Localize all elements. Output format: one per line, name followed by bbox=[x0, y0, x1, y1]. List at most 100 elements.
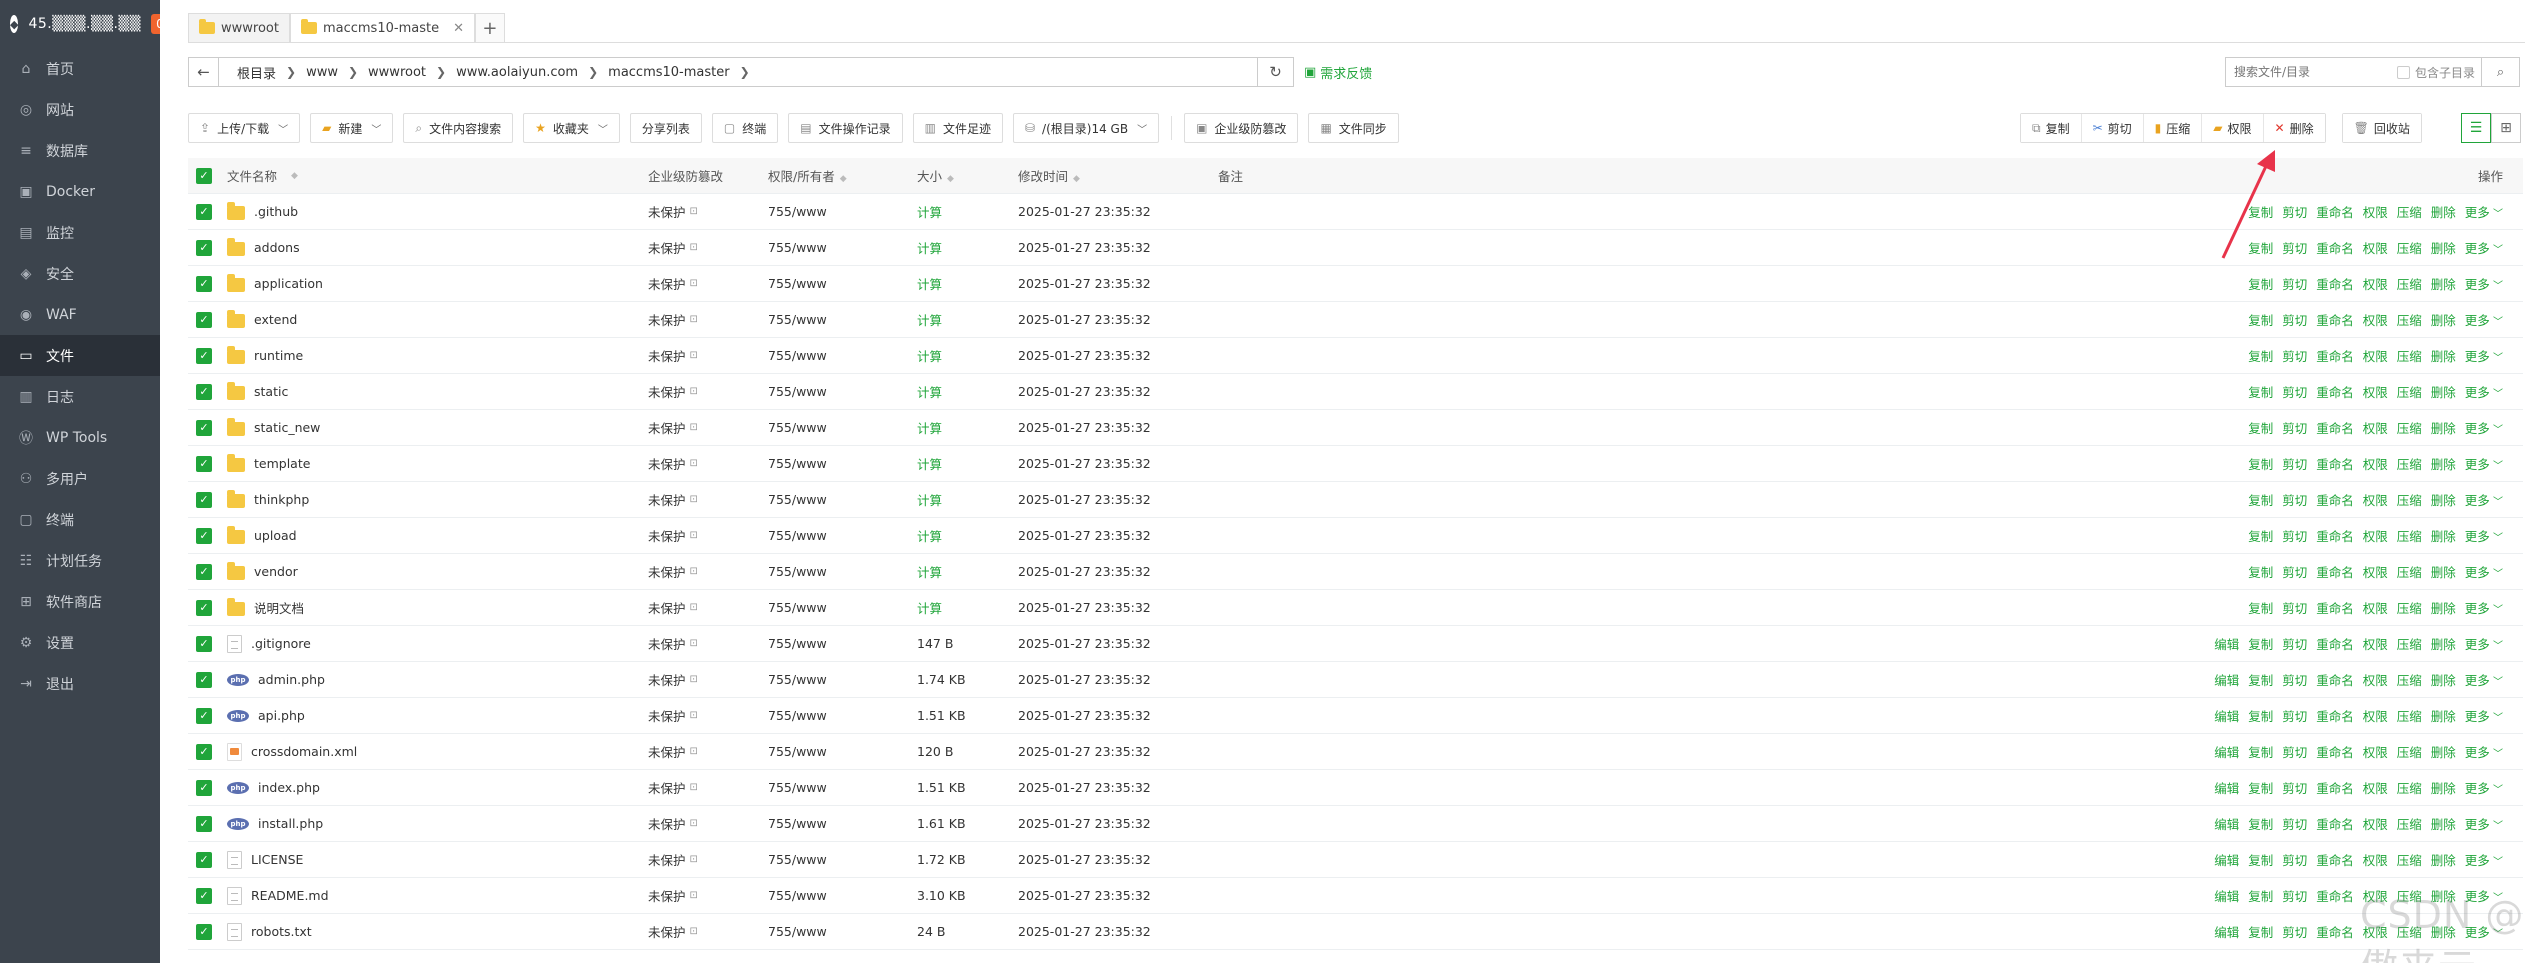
protect-status[interactable]: 未保护 ⊡ bbox=[648, 562, 698, 581]
action-perm[interactable]: 权限 bbox=[2363, 454, 2388, 473]
action-perm[interactable]: 权限 bbox=[2363, 706, 2388, 725]
protect-status[interactable]: 未保护 ⊡ bbox=[648, 526, 698, 545]
table-row[interactable]: ✓ .gitignore 未保护 ⊡ 755/www 147 B 2025-01-27 23… bbox=[188, 626, 2523, 662]
table-row[interactable]: ✓ static_new 未保护 ⊡ 755/www 计算 2025-01-27 23:35… bbox=[188, 410, 2523, 446]
col-size-header[interactable]: 大小 ◆ bbox=[917, 166, 954, 185]
action-more[interactable]: 更多 ﹀ bbox=[2465, 850, 2503, 869]
action-edit[interactable]: 编辑 bbox=[2214, 634, 2239, 653]
action-rename[interactable]: 重命名 bbox=[2316, 886, 2354, 905]
action-cut[interactable]: 剪切 bbox=[2282, 526, 2307, 545]
row-checkbox[interactable]: ✓ bbox=[196, 347, 212, 364]
action-rename[interactable]: 重命名 bbox=[2316, 382, 2354, 401]
action-edit[interactable]: 编辑 bbox=[2214, 778, 2239, 797]
action-cut[interactable]: 剪切 bbox=[2282, 814, 2307, 833]
file-name-cell[interactable]: README.md bbox=[227, 886, 329, 905]
file-name-cell[interactable]: .github bbox=[227, 201, 298, 220]
action-rename[interactable]: 重命名 bbox=[2316, 742, 2354, 761]
action-perm[interactable]: 权限 bbox=[2363, 562, 2388, 581]
file-name-cell[interactable]: LICENSE bbox=[227, 850, 303, 869]
terminal-button[interactable]: ▢ 终端 bbox=[711, 113, 779, 143]
row-checkbox[interactable]: ✓ bbox=[196, 815, 212, 832]
action-copy[interactable]: 复制 bbox=[2248, 670, 2273, 689]
table-row[interactable]: ✓ runtime 未保护 ⊡ 755/www 计算 2025-01-27 23:35:32… bbox=[188, 338, 2523, 374]
action-cut[interactable]: 剪切 bbox=[2282, 598, 2307, 617]
action-more[interactable]: 更多 ﹀ bbox=[2465, 886, 2503, 905]
file-name-cell[interactable]: thinkphp bbox=[227, 489, 309, 508]
protect-status[interactable]: 未保护 ⊡ bbox=[648, 598, 698, 617]
permission-cell[interactable]: 755/www bbox=[768, 636, 827, 651]
sidebar-item-7[interactable]: ▭ 文件 bbox=[0, 335, 160, 376]
action-delete[interactable]: 删除 bbox=[2431, 742, 2456, 761]
row-checkbox[interactable]: ✓ bbox=[196, 599, 212, 616]
action-rename[interactable]: 重命名 bbox=[2316, 418, 2354, 437]
action-compress[interactable]: 压缩 bbox=[2397, 346, 2422, 365]
protect-status[interactable]: 未保护 ⊡ bbox=[648, 418, 698, 437]
protect-status[interactable]: 未保护 ⊡ bbox=[648, 310, 698, 329]
file-name-cell[interactable]: vendor bbox=[227, 561, 298, 580]
batch-permission-button[interactable]: ▰ 权限 bbox=[2202, 114, 2264, 142]
action-cut[interactable]: 剪切 bbox=[2282, 886, 2307, 905]
action-rename[interactable]: 重命名 bbox=[2316, 238, 2354, 257]
row-checkbox[interactable]: ✓ bbox=[196, 707, 212, 724]
disk-button[interactable]: ⛁ /(根目录)14 GB ﹀ bbox=[1012, 113, 1160, 143]
table-row[interactable]: ✓ php index.php 未保护 ⊡ 755/www 1.51 KB 2025-01-2… bbox=[188, 770, 2523, 806]
sidebar-item-0[interactable]: ⌂ 首页 bbox=[0, 48, 160, 89]
action-rename[interactable]: 重命名 bbox=[2316, 202, 2354, 221]
action-perm[interactable]: 权限 bbox=[2363, 310, 2388, 329]
file-name-cell[interactable]: 说明文档 bbox=[227, 597, 304, 617]
protect-status[interactable]: 未保护 ⊡ bbox=[648, 202, 698, 221]
action-copy[interactable]: 复制 bbox=[2248, 922, 2273, 941]
table-row[interactable]: ✓ vendor 未保护 ⊡ 755/www 计算 2025-01-27 23:35:32 复… bbox=[188, 554, 2523, 590]
refresh-button[interactable]: ↻ bbox=[1258, 57, 1294, 87]
action-more[interactable]: 更多 ﹀ bbox=[2465, 814, 2503, 833]
action-edit[interactable]: 编辑 bbox=[2214, 670, 2239, 689]
calc-size-link[interactable]: 计算 bbox=[917, 310, 942, 329]
col-name-header[interactable]: 文件名称 ◆ bbox=[227, 166, 298, 185]
action-delete[interactable]: 删除 bbox=[2431, 886, 2456, 905]
tab-maccms10[interactable]: maccms10-maste ✕ bbox=[289, 13, 475, 43]
grid-view-button[interactable]: ⊞ bbox=[2491, 113, 2521, 143]
include-subdir-checkbox[interactable]: 包含子目录 bbox=[2397, 64, 2475, 81]
table-row[interactable]: ✓ LICENSE 未保护 ⊡ 755/www 1.72 KB 2025-01-27 23:… bbox=[188, 842, 2523, 878]
protect-status[interactable]: 未保护 ⊡ bbox=[648, 274, 698, 293]
action-more[interactable]: 更多 ﹀ bbox=[2465, 634, 2503, 653]
action-copy[interactable]: 复制 bbox=[2248, 634, 2273, 653]
protect-status[interactable]: 未保护 ⊡ bbox=[648, 706, 698, 725]
row-checkbox[interactable]: ✓ bbox=[196, 419, 212, 436]
action-more[interactable]: 更多 ﹀ bbox=[2465, 742, 2503, 761]
action-cut[interactable]: 剪切 bbox=[2282, 742, 2307, 761]
permission-cell[interactable]: 755/www bbox=[768, 924, 827, 939]
action-compress[interactable]: 压缩 bbox=[2397, 886, 2422, 905]
action-cut[interactable]: 剪切 bbox=[2282, 202, 2307, 221]
action-delete[interactable]: 删除 bbox=[2431, 814, 2456, 833]
action-compress[interactable]: 压缩 bbox=[2397, 310, 2422, 329]
list-view-button[interactable]: ☰ bbox=[2461, 113, 2491, 143]
action-edit[interactable]: 编辑 bbox=[2214, 886, 2239, 905]
permission-cell[interactable]: 755/www bbox=[768, 240, 827, 255]
action-edit[interactable]: 编辑 bbox=[2214, 706, 2239, 725]
row-checkbox[interactable]: ✓ bbox=[196, 311, 212, 328]
breadcrumb[interactable]: 根目录 ❯ www ❯ wwwroot ❯ www.aolaiyun.com ❯ maccms1… bbox=[218, 57, 1258, 87]
action-copy[interactable]: 复制 bbox=[2248, 310, 2273, 329]
protect-status[interactable]: 未保护 ⊡ bbox=[648, 922, 698, 941]
protect-status[interactable]: 未保护 ⊡ bbox=[648, 670, 698, 689]
action-perm[interactable]: 权限 bbox=[2363, 418, 2388, 437]
action-perm[interactable]: 权限 bbox=[2363, 634, 2388, 653]
action-delete[interactable]: 删除 bbox=[2431, 346, 2456, 365]
add-tab-button[interactable]: + bbox=[474, 13, 505, 43]
row-checkbox[interactable]: ✓ bbox=[196, 275, 212, 292]
permission-cell[interactable]: 755/www bbox=[768, 204, 827, 219]
permission-cell[interactable]: 755/www bbox=[768, 888, 827, 903]
table-row[interactable]: ✓ php api.php 未保护 ⊡ 755/www 1.51 KB 2025-01-27 … bbox=[188, 698, 2523, 734]
calc-size-link[interactable]: 计算 bbox=[917, 490, 942, 509]
sidebar-item-15[interactable]: ⇥ 退出 bbox=[0, 663, 160, 704]
file-name-cell[interactable]: php install.php bbox=[227, 816, 323, 831]
action-edit[interactable]: 编辑 bbox=[2214, 742, 2239, 761]
permission-cell[interactable]: 755/www bbox=[768, 816, 827, 831]
action-copy[interactable]: 复制 bbox=[2248, 562, 2273, 581]
action-copy[interactable]: 复制 bbox=[2248, 418, 2273, 437]
sidebar-item-3[interactable]: ▣ Docker bbox=[0, 171, 160, 212]
sidebar-item-9[interactable]: Ⓦ WP Tools bbox=[0, 417, 160, 458]
action-cut[interactable]: 剪切 bbox=[2282, 670, 2307, 689]
action-perm[interactable]: 权限 bbox=[2363, 490, 2388, 509]
